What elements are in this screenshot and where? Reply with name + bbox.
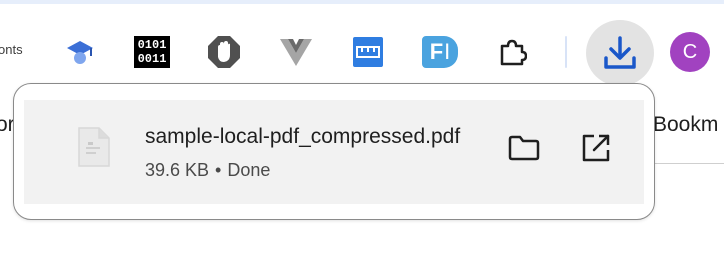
toolbar-separator <box>565 36 567 68</box>
vue-devtools-icon <box>280 39 312 66</box>
graduation-cap-icon <box>67 41 93 64</box>
download-filename: sample-local-pdf_compressed.pdf <box>145 125 461 148</box>
folder-icon <box>508 135 540 161</box>
text-cursor-icon: FI <box>422 36 458 68</box>
show-in-folder-button[interactable] <box>504 128 544 168</box>
download-icon <box>604 36 636 69</box>
ruler-icon <box>353 37 383 67</box>
binary-line-1: 0101 <box>137 38 167 52</box>
downloads-bubble: sample-local-pdf_compressed.pdf 39.6 KB •… <box>13 83 655 220</box>
open-external-icon <box>582 134 610 162</box>
status-separator: • <box>215 160 222 180</box>
extensions-menu-button[interactable] <box>492 32 532 72</box>
puzzle-piece-icon <box>500 39 527 66</box>
avatar-letter: C <box>682 40 698 63</box>
browser-toolbar: onts 0101 0011 F I C <box>0 4 724 92</box>
downloads-button[interactable] <box>586 20 654 86</box>
binary-line-2: 0011 <box>137 52 167 66</box>
binary-icon: 0101 0011 <box>134 36 170 68</box>
hand-stop-extension-button[interactable] <box>204 32 244 72</box>
fonts-extension-label[interactable]: onts <box>0 42 23 57</box>
hand-stop-icon <box>208 36 240 68</box>
open-file-button[interactable] <box>576 128 616 168</box>
page-divider <box>654 163 724 164</box>
font-finder-extension-button[interactable]: FI <box>420 32 460 72</box>
download-size: 39.6 KB <box>145 160 210 180</box>
download-status: 39.6 KB • Done <box>145 160 270 181</box>
binary-extension-button[interactable]: 0101 0011 <box>132 32 172 72</box>
graduation-cap-extension-button[interactable] <box>60 32 100 72</box>
download-state: Done <box>227 160 271 180</box>
bookmarks-text[interactable]: Bookm <box>653 113 718 137</box>
pdf-file-icon <box>78 127 110 167</box>
font-finder-letter: F <box>429 39 444 64</box>
download-item[interactable]: sample-local-pdf_compressed.pdf 39.6 KB •… <box>24 100 644 204</box>
ruler-extension-button[interactable] <box>348 32 388 72</box>
profile-avatar[interactable]: C <box>670 32 710 72</box>
vue-devtools-extension-button[interactable] <box>276 32 316 72</box>
